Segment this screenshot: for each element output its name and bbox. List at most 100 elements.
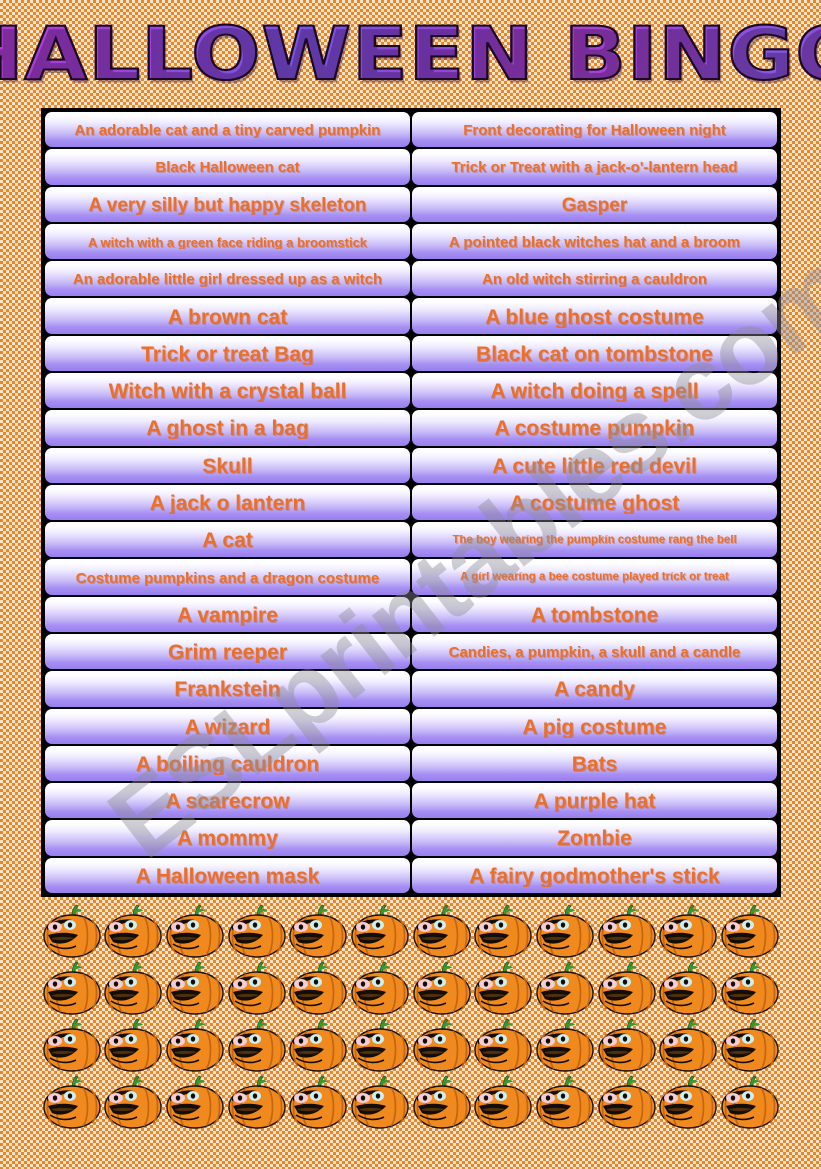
bingo-cell[interactable]: A scarecrow — [45, 783, 410, 819]
jack-o-lantern-icon — [42, 1018, 102, 1074]
bingo-cell[interactable]: A blue ghost costume — [412, 298, 777, 334]
bingo-cell-label: A pointed black witches hat and a broom — [448, 234, 741, 250]
jack-o-lantern-icon — [535, 1075, 595, 1131]
bingo-cell[interactable]: Zombie — [412, 820, 777, 856]
bingo-cell-label: Bats — [571, 753, 618, 775]
bingo-cell[interactable]: Trick or Treat with a jack-o'-lantern he… — [412, 149, 777, 185]
jack-o-lantern-icon — [288, 1075, 348, 1131]
bingo-cell-label: Front decorating for Halloween night — [463, 123, 726, 139]
jack-o-lantern-icon — [350, 961, 410, 1017]
bingo-cell[interactable]: A brown cat — [45, 298, 410, 334]
jack-o-lantern-icon — [165, 1075, 225, 1131]
bingo-cell-label: A witch doing a spell — [490, 381, 699, 403]
bingo-cell[interactable]: Skull — [45, 447, 410, 483]
bingo-cell-label: A candy — [554, 679, 635, 701]
bingo-cell[interactable]: A costume pumpkin — [412, 410, 777, 446]
jack-o-lantern-icon — [473, 961, 533, 1017]
bingo-cell[interactable]: A mommy — [45, 820, 410, 856]
jack-o-lantern-icon — [350, 1075, 410, 1131]
bingo-cell[interactable]: Bats — [412, 745, 777, 782]
bingo-cell[interactable]: Costume pumpkins and a dragon costume — [45, 559, 410, 595]
bingo-cell[interactable]: A cute little red devil — [412, 447, 777, 483]
bingo-cell[interactable]: A Halloween mask — [45, 857, 410, 893]
jack-o-lantern-icon — [412, 961, 472, 1017]
bingo-row: A cat The boy wearing the pumpkin costume… — [44, 521, 778, 558]
bingo-cell[interactable]: An adorable cat and a tiny carved pumpki… — [45, 112, 410, 148]
jack-o-lantern-icon — [473, 1075, 533, 1131]
bingo-cell[interactable]: A girl wearing a bee costume played tric… — [412, 559, 777, 595]
bingo-cell[interactable]: Trick or treat Bag — [45, 335, 410, 371]
bingo-cell[interactable]: A fairy godmother's stick — [412, 857, 777, 893]
bingo-cell[interactable]: A vampire — [45, 596, 410, 632]
bingo-cell[interactable]: An old witch stirring a cauldron — [412, 261, 777, 297]
bingo-cell[interactable]: Front decorating for Halloween night — [412, 112, 777, 148]
bingo-cell[interactable]: A pig costume — [412, 708, 777, 744]
bingo-cell-label: A pig costume — [522, 716, 667, 738]
jack-o-lantern-icon — [288, 904, 348, 960]
bingo-cell[interactable]: Black Halloween cat — [45, 149, 410, 185]
jack-o-lantern-icon — [227, 1075, 287, 1131]
jack-o-lantern-icon — [720, 1075, 780, 1131]
jack-o-lantern-icon — [412, 1018, 472, 1074]
jack-o-lantern-icon — [720, 904, 780, 960]
bingo-cell[interactable]: A wizard — [45, 708, 410, 744]
bingo-cell[interactable]: A cat — [45, 522, 410, 558]
bingo-cell[interactable]: A ghost in a bag — [45, 410, 410, 446]
bingo-cell-label: A fairy godmother's stick — [469, 865, 720, 887]
jack-o-lantern-icon — [165, 961, 225, 1017]
bingo-cell[interactable]: Grim reeper — [45, 633, 410, 670]
bingo-cell-label: A jack o lantern — [149, 492, 306, 514]
bingo-cell[interactable]: A very silly but happy skeleton — [45, 186, 410, 222]
bingo-cell[interactable]: A jack o lantern — [45, 484, 410, 521]
pumpkin-decoration-strip — [41, 903, 781, 1131]
bingo-cell-label: A brown cat — [167, 306, 288, 328]
bingo-cell[interactable]: A witch doing a spell — [412, 372, 777, 409]
bingo-cell-label: Grim reeper — [167, 642, 288, 664]
jack-o-lantern-icon — [658, 1075, 718, 1131]
bingo-cell[interactable]: Gasper — [412, 186, 777, 222]
bingo-cell-label: A wizard — [184, 716, 271, 738]
bingo-cell[interactable]: Frankstein — [45, 671, 410, 707]
bingo-cell-label: A girl wearing a bee costume played tric… — [460, 572, 729, 584]
bingo-cell[interactable]: A tombstone — [412, 596, 777, 632]
bingo-cell-label: A costume pumpkin — [494, 418, 695, 440]
jack-o-lantern-icon — [535, 904, 595, 960]
bingo-cell-label: A boiling cauldron — [135, 753, 320, 775]
jack-o-lantern-icon — [227, 961, 287, 1017]
jack-o-lantern-icon — [720, 1018, 780, 1074]
bingo-cell[interactable]: A pointed black witches hat and a broom — [412, 223, 777, 260]
bingo-cell[interactable]: A costume ghost — [412, 484, 777, 521]
bingo-row: A wizard A pig costume — [44, 708, 778, 745]
bingo-cell[interactable]: A purple hat — [412, 783, 777, 819]
bingo-row: A jack o lantern A costume ghost — [44, 484, 778, 521]
jack-o-lantern-icon — [597, 904, 657, 960]
bingo-cell-label: Costume pumpkins and a dragon costume — [75, 570, 380, 586]
jack-o-lantern-icon — [535, 961, 595, 1017]
bingo-cell-label: Trick or treat Bag — [141, 343, 314, 365]
jack-o-lantern-icon — [658, 961, 718, 1017]
bingo-cell-label: Skull — [202, 455, 253, 477]
jack-o-lantern-icon — [103, 961, 163, 1017]
jack-o-lantern-icon — [597, 961, 657, 1017]
jack-o-lantern-icon — [227, 1018, 287, 1074]
bingo-row: Witch with a crystal ball A witch doing a… — [44, 372, 778, 409]
bingo-cell[interactable]: A witch with a green face riding a broom… — [45, 223, 410, 260]
bingo-cell[interactable]: Witch with a crystal ball — [45, 372, 410, 409]
bingo-cell-label: A cat — [202, 530, 253, 552]
bingo-cell-label: A purple hat — [533, 791, 656, 813]
bingo-cell[interactable]: A boiling cauldron — [45, 745, 410, 782]
bingo-cell[interactable]: A candy — [412, 671, 777, 707]
bingo-cell-label: A scarecrow — [165, 791, 290, 813]
bingo-cell-label: Trick or Treat with a jack-o'-lantern he… — [451, 160, 738, 176]
bingo-row: A boiling cauldron Bats — [44, 745, 778, 782]
jack-o-lantern-icon — [165, 904, 225, 960]
bingo-cell-label: An adorable cat and a tiny carved pumpki… — [74, 123, 381, 139]
bingo-cell[interactable]: An adorable little girl dressed up as a … — [45, 261, 410, 297]
bingo-cell-label: Black Halloween cat — [155, 160, 300, 176]
bingo-cell[interactable]: Candies, a pumpkin, a skull and a candle — [412, 633, 777, 670]
worksheet-page: HALLOWEEN BINGO An adorable cat and a ti… — [0, 0, 821, 1169]
jack-o-lantern-icon — [473, 904, 533, 960]
bingo-cell-label: Zombie — [557, 828, 632, 850]
bingo-cell[interactable]: The boy wearing the pumpkin costume rang… — [412, 522, 777, 558]
bingo-cell[interactable]: Black cat on tombstone — [412, 335, 777, 371]
